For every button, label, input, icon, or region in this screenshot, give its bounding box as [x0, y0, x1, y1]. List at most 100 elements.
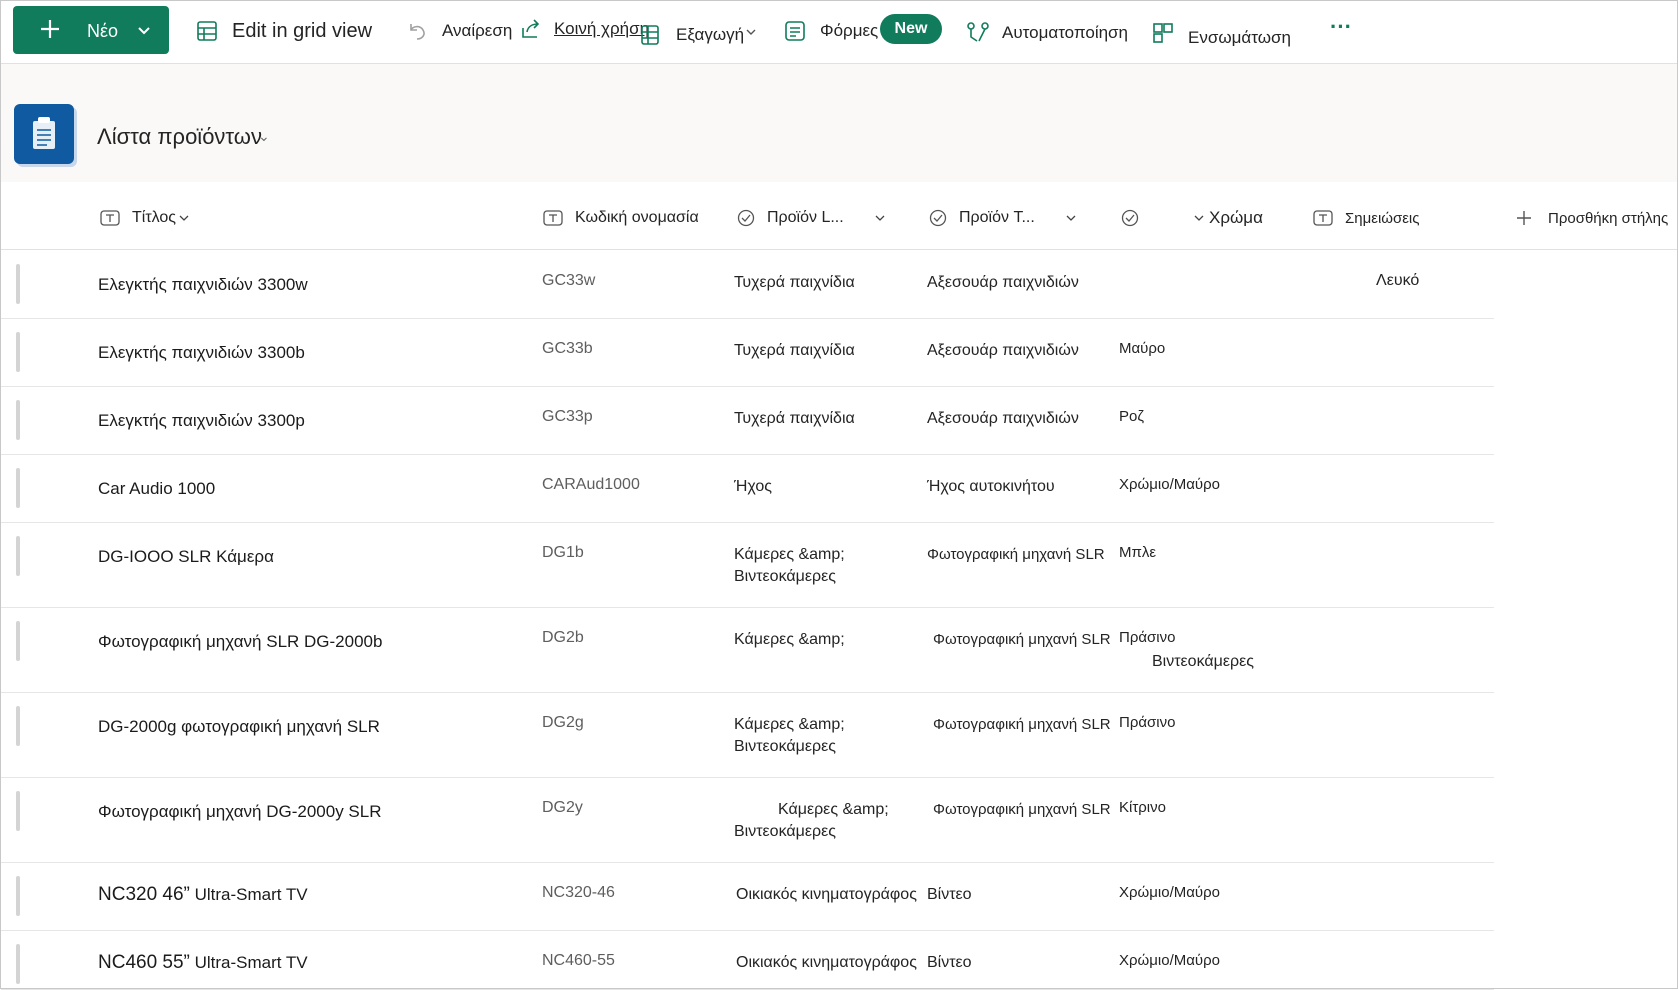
row-selector[interactable] [16, 264, 20, 304]
text-column-icon [100, 210, 120, 226]
row-product-line: Κάμερες &amp; [734, 546, 845, 563]
new-button[interactable]: Νέο [13, 6, 169, 54]
row-color: Χρώμιο/Μαύρο [1119, 884, 1220, 901]
column-header-product-line[interactable]: Προϊόν L... [737, 206, 886, 230]
row-codename: CARAud1000 [542, 476, 640, 493]
undo-button[interactable]: Αναίρεση [406, 14, 512, 48]
plus-icon [41, 20, 59, 38]
row-title[interactable]: DG-IOOO SLR Κάμερα [98, 546, 274, 568]
row-product-line: Ήχος [734, 478, 772, 495]
list-header-area [1, 64, 1677, 182]
chevron-down-icon[interactable] [137, 23, 151, 37]
row-product-line-2: Βιντεοκάμερες [734, 738, 836, 755]
row-title[interactable]: Ελεγκτής παιχνιδιών 3300b [98, 342, 305, 364]
row-codename: DG2g [542, 714, 584, 731]
row-codename: GC33w [542, 272, 596, 289]
row-title-model: NC320 46” [98, 884, 190, 905]
row-color: Μπλε [1119, 544, 1157, 561]
automate-label: Αυτοματοποίηση [1002, 23, 1128, 42]
row-selector[interactable] [16, 621, 20, 661]
row-title[interactable]: Ελεγκτής παιχνιδιών 3300p [98, 410, 305, 432]
row-selector[interactable] [16, 876, 20, 916]
column-header-color[interactable]: Χρώμα [1121, 206, 1263, 230]
more-options-button[interactable]: ··· [1330, 10, 1352, 44]
integrate-label: Ενσωμάτωση [1188, 28, 1291, 47]
row-product-line: Οικιακός κινηματογράφος [736, 954, 917, 971]
column-header-title[interactable]: Τίτλος [100, 206, 190, 230]
row-product-type: Φωτογραφική μηχανή SLR [933, 801, 1111, 818]
row-title-suffix: Ultra-Smart TV [189, 885, 308, 904]
row-codename: DG2b [542, 629, 584, 646]
row-product-line-2: Βιντεοκάμερες [734, 823, 836, 840]
integrate-button[interactable]: Ενσωμάτωση [1152, 16, 1291, 50]
row-selector[interactable] [16, 536, 20, 576]
column-header-codename-label: Κωδική ονομασία [575, 209, 699, 226]
row-title-model: NC460 55” [98, 952, 190, 973]
row-product-type: Φωτογραφική μηχανή SLR [933, 631, 1111, 648]
table-row[interactable]: NC320 46” Ultra-Smart TV NC320-46 Οικιακός… [1, 862, 1494, 931]
forms-icon [785, 21, 805, 41]
row-selector[interactable] [16, 332, 20, 372]
row-product-type: Αξεσουάρ παιχνιδιών [927, 342, 1079, 359]
column-header-codename[interactable]: Κωδική ονομασία [543, 206, 699, 230]
row-codename: NC460-55 [542, 952, 615, 969]
row-color: Ροζ [1119, 408, 1144, 425]
row-codename: DG1b [542, 544, 584, 561]
row-title[interactable]: NC320 46” Ultra-Smart TV [98, 884, 308, 906]
row-selector[interactable] [16, 944, 20, 984]
row-product-line: Τυχερά παιχνίδια [734, 274, 855, 291]
table-row[interactable]: Ελεγκτής παιχνιδιών 3300b GC33b Τυχερά παι… [1, 318, 1494, 387]
table-row[interactable]: Ελεγκτής παιχνιδιών 3300p GC33p Τυχερά παι… [1, 386, 1494, 455]
table-row[interactable]: Car Audio 1000 CARAud1000 Ήχος Ήχος αυτοκιν… [1, 454, 1494, 523]
table-row[interactable]: DG-IOOO SLR Κάμερα DG1b Κάμερες &amp; Βιντε… [1, 522, 1494, 608]
row-selector[interactable] [16, 400, 20, 440]
undo-label: Αναίρεση [442, 21, 513, 40]
row-color: Μαύρο [1119, 340, 1166, 357]
row-product-line: Κάμερες &amp; [778, 801, 889, 818]
edit-grid-view-button[interactable]: Edit in grid view [196, 14, 372, 48]
automate-button[interactable]: Αυτοματοποίηση [966, 16, 1128, 50]
row-product-type: Αξεσουάρ παιχνιδιών [927, 410, 1079, 427]
share-icon [522, 19, 540, 38]
forms-button[interactable]: Φόρμες [784, 14, 878, 48]
choice-column-icon [1121, 209, 1139, 227]
row-title[interactable]: Φωτογραφική μηχανή DG-2000y SLR [98, 801, 382, 823]
table-row[interactable]: Φωτογραφική μηχανή SLR DG-2000b DG2b Κάμερ… [1, 607, 1494, 693]
export-chevron-icon [746, 29, 756, 35]
row-selector[interactable] [16, 468, 20, 508]
table-row[interactable]: Ελεγκτής παιχνιδιών 3300w GC33w Τυχερά παι… [1, 250, 1494, 319]
row-title[interactable]: NC460 55” Ultra-Smart TV [98, 952, 308, 974]
column-header-notes[interactable]: Σημειώσεις [1313, 206, 1420, 230]
forms-label: Φόρμες [820, 21, 879, 40]
export-label: Εξαγωγή [676, 25, 745, 44]
row-product-type: Βίντεο [927, 886, 972, 903]
column-header-product-type-label: Προϊόν T... [959, 209, 1035, 226]
row-selector[interactable] [16, 706, 20, 746]
row-codename: GC33p [542, 408, 593, 425]
integrate-icon [1153, 23, 1173, 43]
row-title[interactable]: Car Audio 1000 [98, 478, 215, 500]
row-title[interactable]: Ελεγκτής παιχνιδιών 3300w [98, 274, 308, 296]
text-column-icon [1313, 210, 1333, 226]
row-product-line-2: Βιντεοκάμερες [734, 568, 836, 585]
table-row[interactable]: NC460 55” Ultra-Smart TV NC460-55 Οικιακός… [1, 930, 1494, 990]
share-button[interactable]: Κοινή χρήση [520, 12, 649, 46]
row-selector[interactable] [16, 791, 20, 831]
row-product-type: Βίντεο [927, 954, 972, 971]
column-header-color-label: Χρώμα [1209, 208, 1263, 227]
list-title[interactable]: Λίστα προϊόντων [97, 124, 262, 150]
column-header-notes-label: Σημειώσεις [1345, 209, 1420, 227]
row-product-type: Φωτογραφική μηχανή SLR [933, 716, 1111, 733]
row-title[interactable]: DG-2000g φωτογραφική μηχανή SLR [98, 716, 380, 738]
column-header-product-type[interactable]: Προϊόν T... [929, 206, 1077, 230]
title-chevron-icon[interactable]: ⌄ [258, 128, 270, 145]
table-row[interactable]: DG-2000g φωτογραφική μηχανή SLR DG2g Κάμερ… [1, 692, 1494, 778]
table-row[interactable]: Φωτογραφική μηχανή DG-2000y SLR DG2y Κάμερ… [1, 777, 1494, 863]
row-title[interactable]: Φωτογραφική μηχανή SLR DG-2000b [98, 631, 382, 653]
add-column-button[interactable]: Προσθήκη στήλης [1516, 206, 1668, 230]
row-color: Κίτρινο [1119, 799, 1166, 816]
column-header-title-label: Τίτλος [132, 209, 177, 226]
column-header-product-line-label: Προϊόν L... [767, 209, 844, 226]
share-label: Κοινή χρήση [554, 19, 650, 38]
export-button[interactable]: Εξαγωγή [640, 18, 756, 52]
